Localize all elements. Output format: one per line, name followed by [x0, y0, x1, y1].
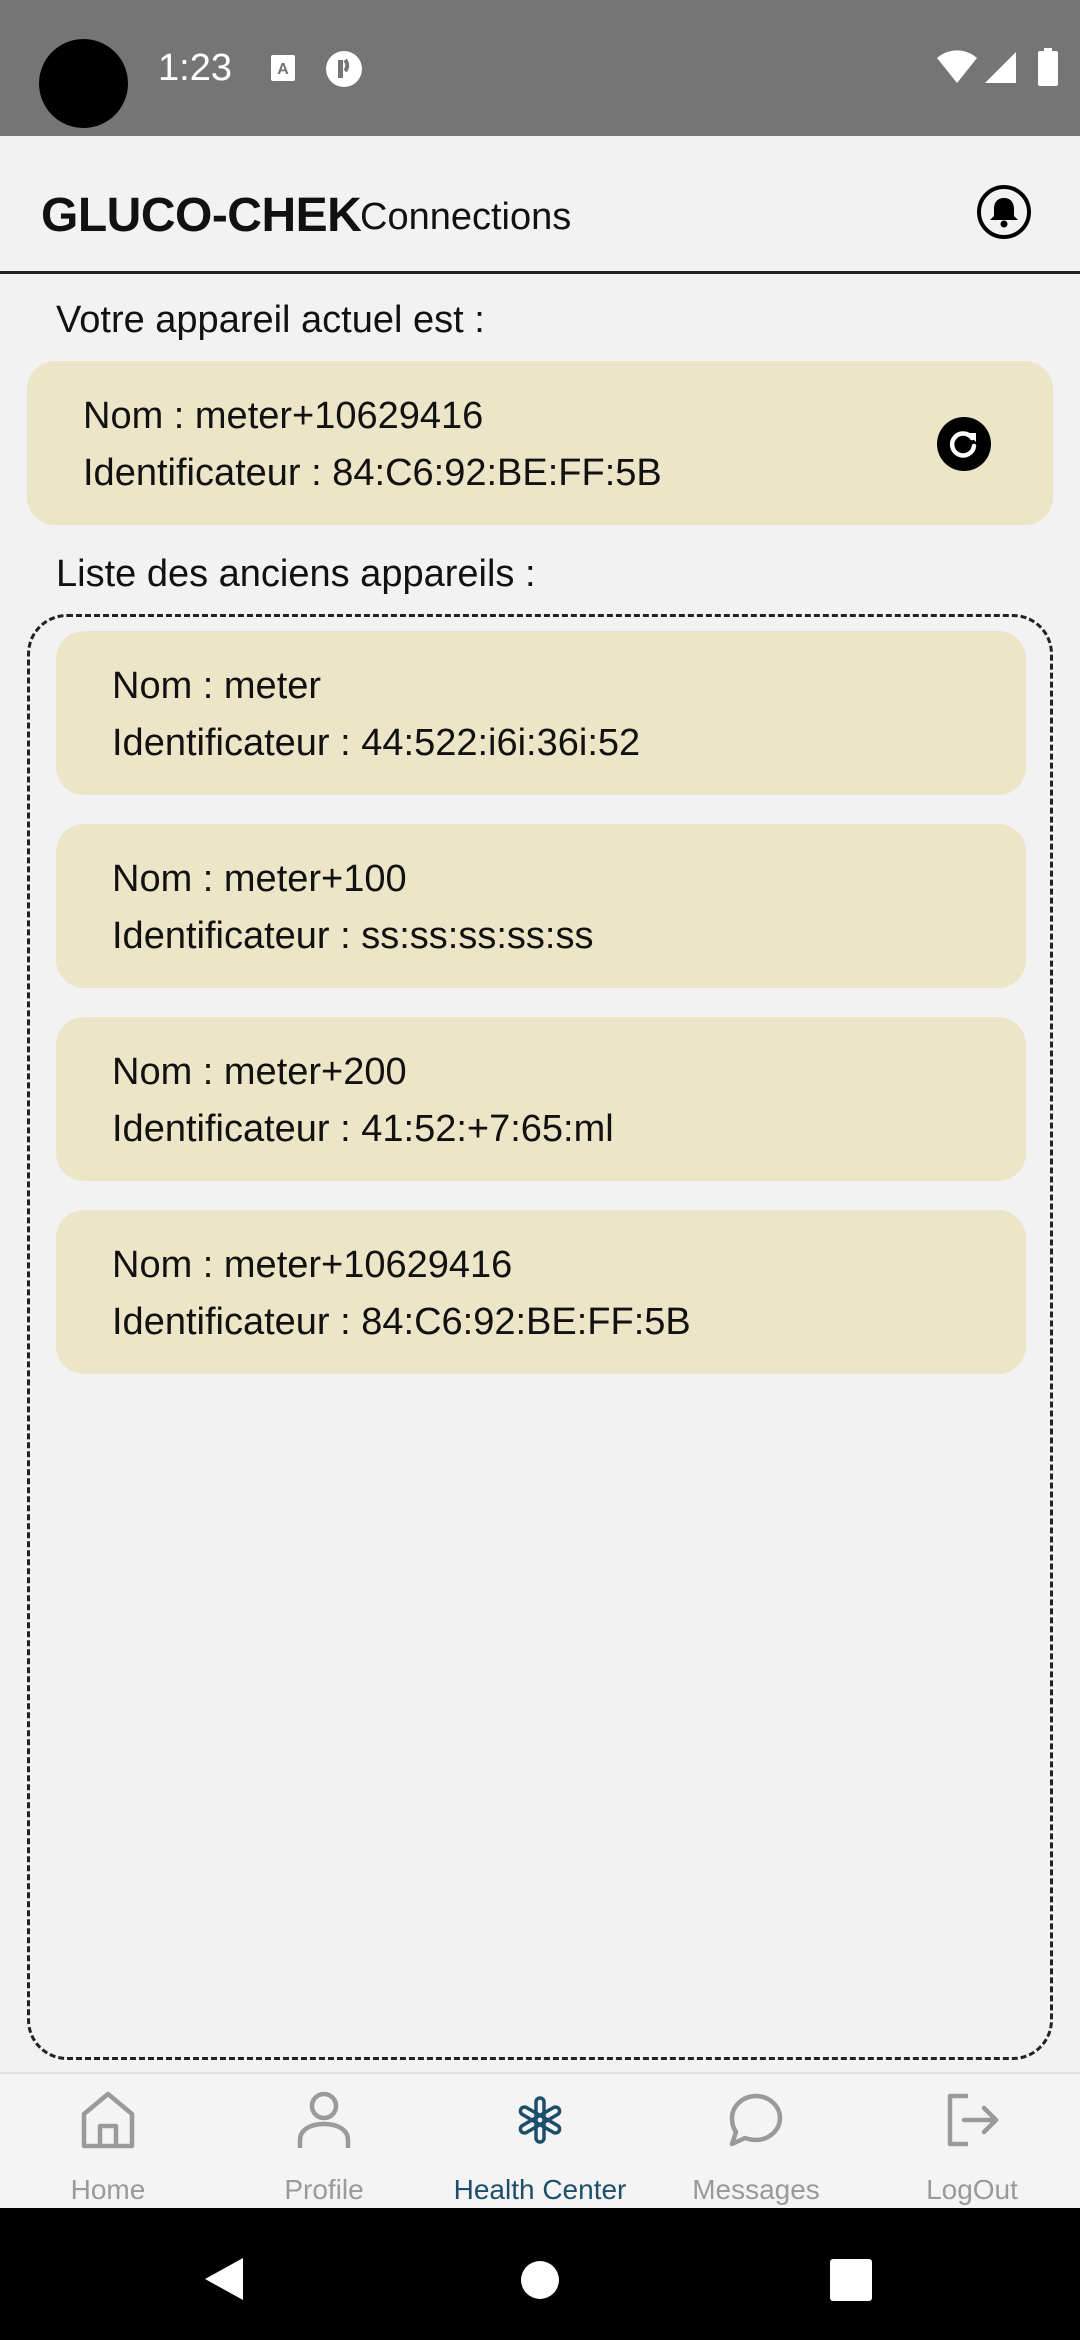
- nav-label: LogOut: [926, 2174, 1018, 2205]
- status-time: 1:23: [158, 47, 232, 89]
- device-identifier: Identificateur : 84:C6:92:BE:FF:5B: [83, 452, 662, 494]
- logout-icon: [947, 2093, 999, 2147]
- nav-label: Messages: [692, 2174, 820, 2205]
- device-identifier: Identificateur : 84:C6:92:BE:FF:5B: [112, 1301, 691, 1343]
- refresh-icon[interactable]: [936, 416, 992, 472]
- nav-label: Profile: [284, 2174, 364, 2205]
- home-icon: [81, 2091, 135, 2149]
- device-name: Nom : meter: [112, 665, 322, 707]
- svg-text:A: A: [277, 61, 289, 78]
- nav-health-center[interactable]: Health Center: [432, 2074, 648, 2210]
- app-header: GLUCO-CHEK Connections: [0, 136, 1080, 274]
- person-icon: [297, 2091, 351, 2148]
- device-name: Nom : meter+10629416: [83, 395, 484, 437]
- nav-profile[interactable]: Profile: [216, 2074, 432, 2210]
- history-device-card[interactable]: Nom : meter+200 Identificateur : 41:52:+…: [56, 1017, 1026, 1181]
- bottom-nav: Home Profile Health Center Messages LogO…: [0, 2072, 1080, 2208]
- device-identifier: Identificateur : ss:ss:ss:ss:ss: [112, 915, 594, 957]
- current-device-label: Votre appareil actuel est :: [56, 299, 485, 341]
- history-device-card[interactable]: Nom : meter Identificateur : 44:522:i6i:…: [56, 631, 1026, 795]
- device-name: Nom : meter+200: [112, 1051, 407, 1093]
- nav-label: Home: [70, 2174, 146, 2205]
- device-name: Nom : meter+10629416: [112, 1244, 513, 1286]
- asterisk-icon: [518, 2096, 562, 2144]
- chat-bubble-icon: [729, 2093, 783, 2147]
- nav-logout[interactable]: LogOut: [864, 2074, 1080, 2210]
- camera-cutout: [39, 39, 128, 128]
- system-nav-bar: [0, 2208, 1080, 2340]
- home-circle-icon[interactable]: [521, 2261, 559, 2299]
- keyboard-notification-icon: A: [271, 55, 295, 81]
- device-identifier: Identificateur : 41:52:+7:65:ml: [112, 1108, 614, 1150]
- recent-apps-icon[interactable]: [830, 2259, 872, 2301]
- page-title: Connections: [360, 196, 572, 238]
- device-identifier: Identificateur : 44:522:i6i:36i:52: [112, 722, 641, 764]
- nav-label: Health Center: [453, 2174, 627, 2205]
- app-notification-icon: [326, 51, 362, 87]
- back-icon[interactable]: [203, 2256, 245, 2302]
- status-bar: 1:23 A: [0, 0, 1080, 136]
- history-device-card[interactable]: Nom : meter+100 Identificateur : ss:ss:s…: [56, 824, 1026, 988]
- history-label: Liste des anciens appareils :: [56, 553, 536, 595]
- wifi-icon: [937, 50, 977, 83]
- app-brand: GLUCO-CHEK: [41, 189, 362, 242]
- notification-bell-icon[interactable]: [976, 184, 1032, 240]
- nav-messages[interactable]: Messages: [648, 2074, 864, 2210]
- device-name: Nom : meter+100: [112, 858, 407, 900]
- current-device-card: Nom : meter+10629416 Identificateur : 84…: [27, 361, 1053, 525]
- history-device-card[interactable]: Nom : meter+10629416 Identificateur : 84…: [56, 1210, 1026, 1374]
- battery-icon: [1038, 48, 1058, 86]
- nav-home[interactable]: Home: [0, 2074, 216, 2210]
- cell-signal-icon: [985, 52, 1016, 83]
